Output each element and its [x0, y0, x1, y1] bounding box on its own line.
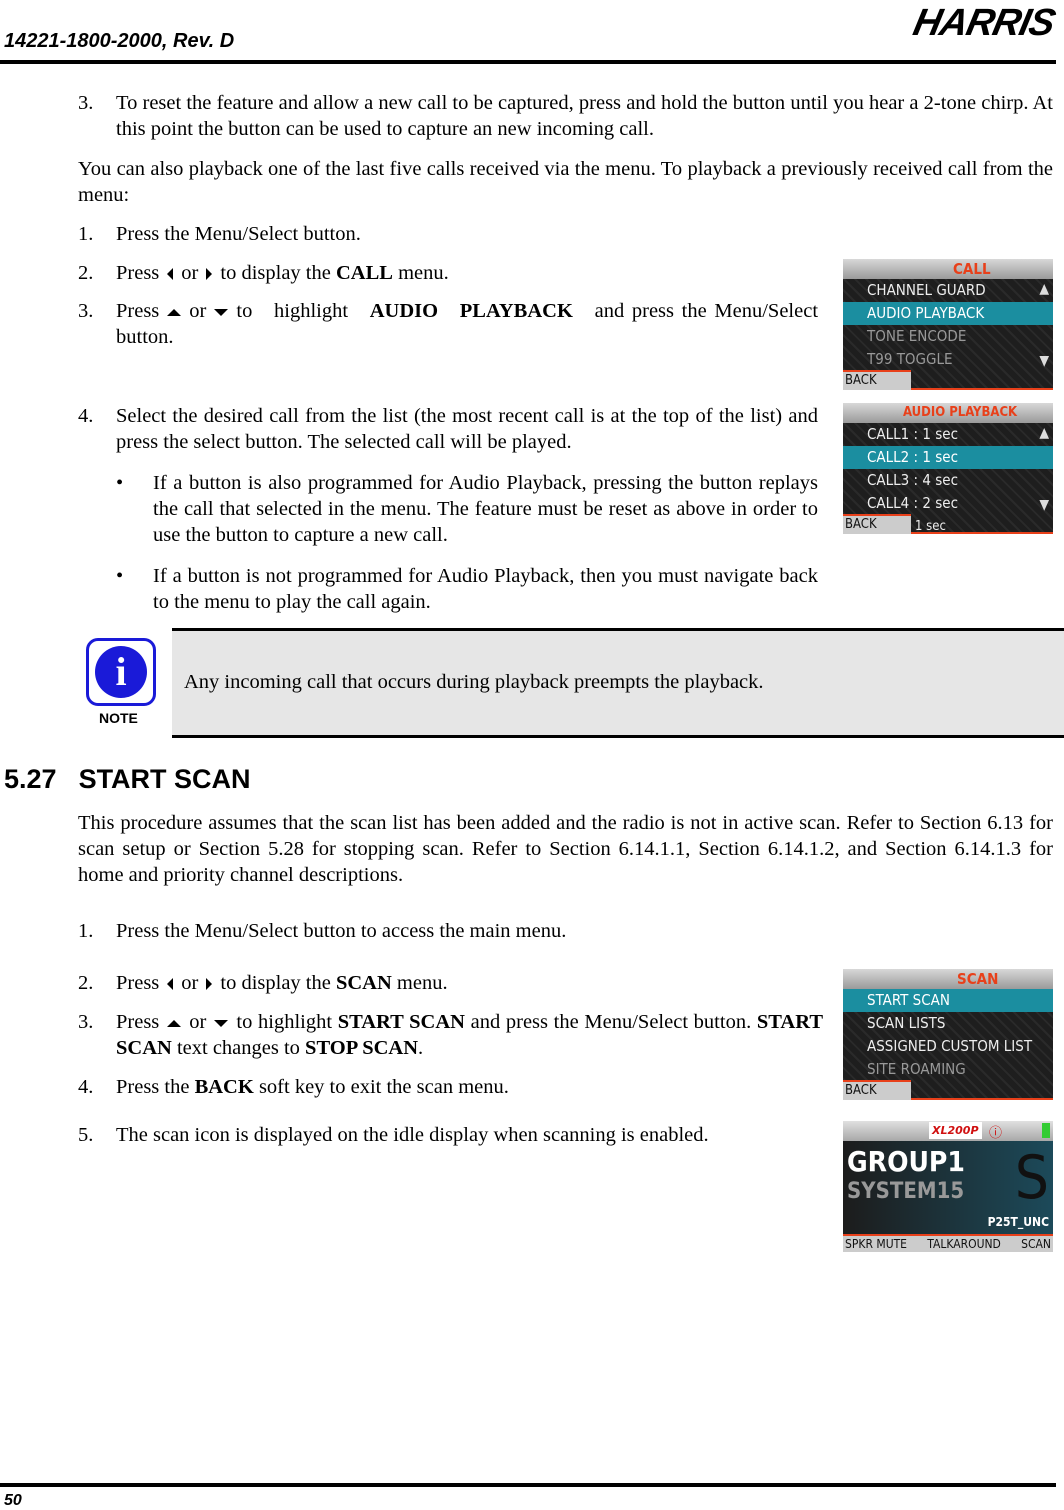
idle-line1: GROUP1 [847, 1145, 965, 1178]
call-item-selected: CALL2 : 1 sec [843, 446, 1053, 469]
screen-title: SCAN [843, 969, 1053, 989]
menu-item: CHANNEL GUARD [867, 281, 986, 299]
note-text: Any incoming call that occurs during pla… [184, 671, 764, 693]
step-4: 4. Select the desired call from the list … [78, 405, 818, 453]
left-arrow-icon [167, 268, 174, 281]
left-arrow-icon [167, 978, 174, 991]
scan-step-3: 3. Press or to highlight START SCAN and pre… [78, 1011, 823, 1059]
menu-item: SITE ROAMING [867, 1060, 966, 1078]
bullet-1: • If a button is also programmed for Audi… [116, 472, 818, 546]
harris-logo: HARRIS [909, 2, 1059, 44]
right-arrow-icon [206, 978, 213, 991]
call-menu-screen: CALL CHANNEL GUARD AUDIO PLAYBACK TONE E… [843, 259, 1053, 390]
scan-step-4: 4. Press the BACK soft key to exit the sc… [78, 1076, 509, 1098]
menu-item-selected: START SCAN [843, 989, 1053, 1012]
battery-icon [1042, 1123, 1050, 1138]
section-intro: This procedure assumes that the scan lis… [78, 812, 1053, 886]
info-icon: i [86, 638, 156, 706]
page-number: 50 [4, 1492, 22, 1509]
menu-item: TONE ENCODE [867, 327, 967, 345]
softkey-spkr-mute: SPKR MUTE [845, 1237, 908, 1251]
right-arrow-icon [206, 268, 213, 281]
scan-icon: S [1014, 1143, 1049, 1213]
step-1: 1. Press the Menu/Select button. [78, 223, 361, 245]
header-rule [0, 60, 1056, 64]
screen-title: CALL [843, 259, 1053, 279]
intro-playback: You can also playback one of the last fi… [78, 158, 1053, 206]
scan-step-5: 5. The scan icon is displayed on the idle… [78, 1124, 709, 1146]
menu-item-selected: AUDIO PLAYBACK [843, 302, 1053, 325]
scroll-up-icon: ▲ [1039, 425, 1049, 441]
step-reset: 3. To reset the feature and allow a new c… [78, 92, 1053, 140]
footer-rule [0, 1483, 1056, 1487]
idle-screen: XL200P ⓘ GROUP1 SYSTEM15 S P25T_UNC SPKR… [843, 1121, 1053, 1252]
menu-item: T99 TOGGLE [867, 350, 953, 368]
menu-item: SCAN LISTS [867, 1014, 946, 1032]
call-item: CALL4 : 2 sec [867, 494, 959, 512]
step-2: 2. Press or to display the CALL menu. [78, 262, 449, 284]
back-softkey: BACK [843, 514, 911, 534]
down-arrow-icon [214, 308, 229, 316]
audio-playback-screen: AUDIO PLAYBACK CALL1 : 1 sec CALL2 : 1 s… [843, 403, 1053, 534]
call-item: CALL3 : 4 sec [867, 471, 959, 489]
down-arrow-icon [214, 1019, 229, 1027]
note-label: NOTE [99, 710, 138, 726]
softkey-scan: SCAN [1021, 1237, 1051, 1251]
scroll-down-icon: ▼ [1039, 353, 1049, 369]
section-heading: 5.27 START SCAN [4, 764, 251, 794]
model-badge: XL200P [929, 1122, 982, 1139]
scan-menu-screen: SCAN START SCAN SCAN LISTS ASSIGNED CUST… [843, 969, 1053, 1100]
idle-line2: SYSTEM15 [847, 1179, 965, 1204]
up-arrow-icon [167, 308, 182, 316]
scan-step-2: 2. Press or to display the SCAN menu. [78, 972, 448, 994]
back-softkey: BACK [843, 370, 911, 390]
call-item: CALL1 : 1 sec [867, 425, 959, 443]
doc-id: 14221-1800-2000, Rev. D [4, 30, 235, 52]
step-3: 3. Press or to highlight AUDIO PLAYBACK and… [78, 300, 819, 348]
softkey-talkaround: TALKAROUND [927, 1237, 1001, 1251]
document-page: 14221-1800-2000, Rev. D HARRIS 3. To rese… [0, 0, 1064, 1510]
scroll-down-icon: ▼ [1039, 497, 1049, 513]
menu-item: ASSIGNED CUSTOM LIST [867, 1037, 1033, 1055]
bullet-2: • If a button is not programmed for Audio… [116, 565, 818, 613]
scan-step-1: 1. Press the Menu/Select button to access… [78, 920, 567, 942]
back-softkey: BACK [843, 1080, 911, 1100]
note-box: Any incoming call that occurs during pla… [172, 628, 1064, 738]
alert-icon: ⓘ [989, 1126, 1003, 1141]
channel-label: P25T_UNC [987, 1215, 1049, 1229]
up-arrow-icon [167, 1019, 182, 1027]
scroll-up-icon: ▲ [1039, 281, 1049, 297]
screen-title: AUDIO PLAYBACK [843, 403, 1053, 423]
